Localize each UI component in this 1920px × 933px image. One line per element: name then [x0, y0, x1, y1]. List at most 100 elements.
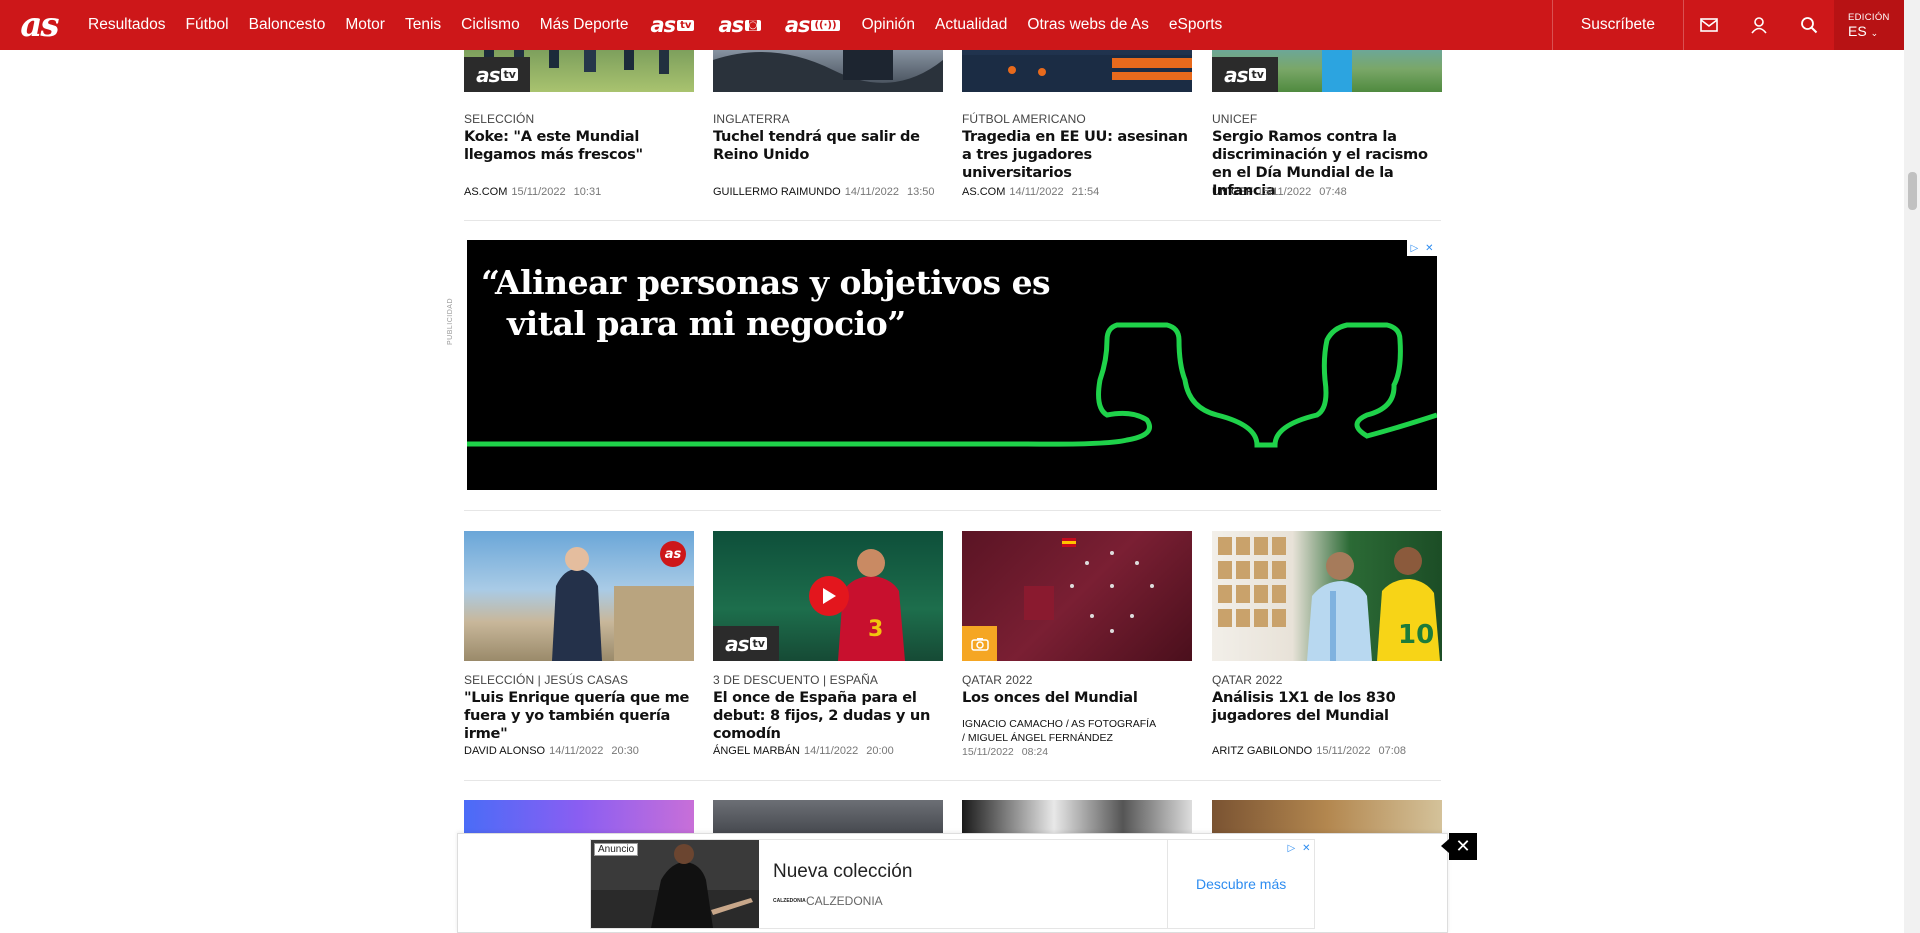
- brand-tag: ((·)): [811, 19, 840, 31]
- article-byline: AS.COM 15/11/2022 10:31: [464, 186, 601, 198]
- section-divider: [464, 220, 1441, 221]
- close-icon[interactable]: ✕: [1425, 243, 1433, 254]
- top-navigation-bar: as Resultados Fútbol Baloncesto Motor Te…: [0, 0, 1904, 50]
- edition-value: ES ⌄: [1848, 23, 1904, 39]
- author-link[interactable]: IGNACIO CAMACHO / AS FOTOGRAFÍA: [962, 717, 1156, 731]
- nav-item-opinion[interactable]: Opinión: [852, 0, 925, 50]
- as-badge: as: [660, 541, 686, 567]
- as-photo-link[interactable]: as ◙: [706, 0, 772, 50]
- article-headline[interactable]: Tragedia en EE UU: asesinan a tres jugad…: [962, 128, 1192, 182]
- nav-item-baloncesto[interactable]: Baloncesto: [239, 0, 336, 50]
- article-kicker[interactable]: INGLATERRA: [713, 112, 943, 126]
- article-date: 15/11/2022: [1316, 745, 1371, 757]
- article-kicker[interactable]: FÚTBOL AMERICANO: [962, 112, 1192, 126]
- nav-item-resultados[interactable]: Resultados: [78, 0, 176, 50]
- as-tv-link[interactable]: as tv: [638, 0, 706, 50]
- nav-item-ciclismo[interactable]: Ciclismo: [451, 0, 530, 50]
- article-kicker[interactable]: QATAR 2022: [1212, 673, 1442, 687]
- article-kicker[interactable]: SELECCIÓN | JESÚS CASAS: [464, 673, 694, 687]
- svg-text:10: 10: [1398, 620, 1434, 650]
- author-link[interactable]: AS.COM: [464, 186, 507, 198]
- scrollbar-thumb[interactable]: [1908, 172, 1917, 210]
- sticky-ad[interactable]: Anuncio Nueva colección CALZEDONIA CALZE…: [457, 833, 1448, 933]
- article-date: 15/11/2022: [511, 186, 566, 198]
- article-byline: IGNACIO CAMACHO / AS FOTOGRAFÍA / MIGUEL…: [962, 717, 1156, 759]
- article-text: QATAR 2022 Análisis 1X1 de los 830 jugad…: [1212, 665, 1442, 725]
- nav-item-actualidad[interactable]: Actualidad: [925, 0, 1017, 50]
- article-headline[interactable]: Análisis 1X1 de los 830 jugadores del Mu…: [1212, 689, 1442, 725]
- article-text: INGLATERRA Tuchel tendrá que salir de Re…: [713, 104, 943, 164]
- article-text: SELECCIÓN | JESÚS CASAS "Luis Enrique qu…: [464, 665, 694, 743]
- author-link[interactable]: ARITZ GABILONDO: [1212, 745, 1312, 757]
- section-divider: [464, 510, 1441, 511]
- article-date: 15/11/2022: [962, 746, 1014, 758]
- article-thumbnail[interactable]: 10: [1212, 531, 1442, 661]
- article-time: 20:00: [866, 745, 894, 757]
- ad-brand[interactable]: CALZEDONIA: [806, 894, 883, 908]
- as-tv-badge: as tv: [713, 626, 779, 661]
- nav-item-futbol[interactable]: Fútbol: [176, 0, 239, 50]
- sticky-ad-content[interactable]: Anuncio Nueva colección CALZEDONIA CALZE…: [590, 839, 1315, 929]
- nav-item-motor[interactable]: Motor: [335, 0, 395, 50]
- nav-item-mas-deporte[interactable]: Más Deporte: [530, 0, 639, 50]
- article-headline[interactable]: "Luis Enrique quería que me fuera y yo t…: [464, 689, 694, 743]
- article-card[interactable]: 3 as tv: [713, 531, 943, 661]
- as-logo[interactable]: as: [0, 0, 78, 50]
- author-link[interactable]: AS.COM: [962, 186, 1005, 198]
- author-link[interactable]: UNICEF: [1212, 186, 1253, 198]
- ad-banner[interactable]: “Alinear personas y objetivos es vital p…: [467, 240, 1437, 490]
- article-byline: UNICEF 15/11/2022 07:48: [1212, 186, 1347, 198]
- brand-tag: ◙: [745, 19, 761, 31]
- cta-button[interactable]: Descubre más: [1196, 876, 1286, 892]
- article-time: 07:08: [1378, 745, 1407, 757]
- article-time: 07:48: [1319, 186, 1347, 198]
- article-byline: ÁNGEL MARBÁN 14/11/2022 20:00: [713, 745, 894, 757]
- article-time: 08:24: [1021, 746, 1049, 758]
- close-icon[interactable]: ✕: [1302, 843, 1310, 854]
- mail-icon[interactable]: [1684, 0, 1734, 50]
- subscribe-button[interactable]: Suscríbete: [1553, 0, 1683, 50]
- ad-choices-icon[interactable]: ▷ ✕: [1407, 240, 1437, 256]
- article-headline[interactable]: Koke: "A este Mundial llegamos más fresc…: [464, 128, 694, 164]
- play-icon[interactable]: [809, 576, 849, 616]
- author-link[interactable]: GUILLERMO RAIMUNDO: [713, 186, 841, 198]
- header-tools: Suscríbete EDICIÓN ES ⌄: [1551, 0, 1904, 50]
- article-thumbnail[interactable]: [962, 531, 1192, 661]
- article-thumbnail[interactable]: as: [464, 531, 694, 661]
- article-kicker[interactable]: SELECCIÓN: [464, 112, 694, 126]
- author-link[interactable]: / MIGUEL ÁNGEL FERNÁNDEZ: [962, 731, 1156, 745]
- article-date: 14/11/2022: [844, 186, 899, 198]
- edition-selector[interactable]: EDICIÓN ES ⌄: [1834, 0, 1904, 50]
- article-kicker[interactable]: QATAR 2022: [962, 673, 1192, 687]
- ad-image[interactable]: Anuncio: [591, 840, 759, 928]
- article-time: 21:54: [1071, 186, 1100, 198]
- article-headline[interactable]: Tuchel tendrá que salir de Reino Unido: [713, 128, 943, 164]
- as-tv-badge: as tv: [464, 57, 530, 92]
- as-radio-link[interactable]: as ((·)): [773, 0, 852, 50]
- nav-item-otras-webs[interactable]: Otras webs de As: [1017, 0, 1158, 50]
- brand-logo: CALZEDONIA: [773, 898, 806, 904]
- article-thumbnail[interactable]: 3 as tv: [713, 531, 943, 661]
- article-headline[interactable]: Los onces del Mundial: [962, 689, 1192, 707]
- brand-tag: tv: [677, 19, 695, 31]
- nav-item-esports[interactable]: eSports: [1159, 0, 1232, 50]
- section-divider: [464, 780, 1441, 781]
- search-icon[interactable]: [1784, 0, 1834, 50]
- article-kicker[interactable]: 3 DE DESCUENTO | ESPAÑA: [713, 673, 943, 687]
- user-icon[interactable]: [1734, 0, 1784, 50]
- article-card[interactable]: as: [464, 531, 694, 661]
- author-link[interactable]: DAVID ALONSO: [464, 745, 545, 757]
- article-kicker[interactable]: UNICEF: [1212, 112, 1442, 126]
- article-byline: DAVID ALONSO 14/11/2022 20:30: [464, 745, 639, 757]
- author-link[interactable]: ÁNGEL MARBÁN: [713, 745, 800, 757]
- nav-item-tenis[interactable]: Tenis: [395, 0, 451, 50]
- ad-title[interactable]: Nueva colección: [773, 861, 912, 883]
- anuncio-label: Anuncio: [594, 843, 639, 856]
- ad-choices-icon[interactable]: ▷ ✕: [1284, 840, 1314, 856]
- article-headline[interactable]: El once de España para el debut: 8 fijos…: [713, 689, 943, 743]
- brand-name: as: [784, 13, 811, 37]
- page-scrollbar[interactable]: [1904, 0, 1920, 933]
- sticky-ad-close-button[interactable]: ✕: [1441, 833, 1477, 860]
- article-card[interactable]: [962, 531, 1192, 661]
- article-card[interactable]: 10: [1212, 531, 1442, 661]
